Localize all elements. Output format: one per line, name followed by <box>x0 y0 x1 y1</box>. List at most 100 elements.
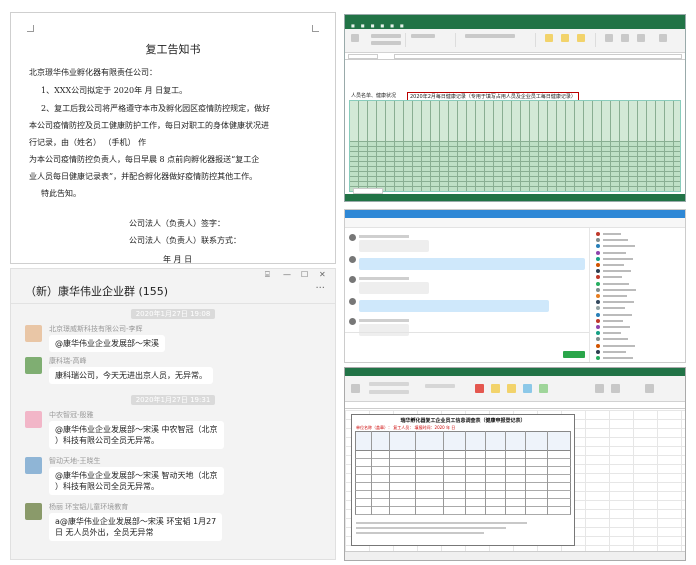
notice-addressee: 北京璟华伟业孵化器有限责任公司： <box>29 68 157 77</box>
member-avatar <box>596 275 600 280</box>
format-icon[interactable] <box>637 34 645 42</box>
message-bubble[interactable]: 康科瑞公司，今天无进出京人员，无异常。 <box>49 367 213 384</box>
send-button[interactable] <box>563 351 585 358</box>
table-column-line <box>371 431 372 515</box>
member-avatar <box>596 312 600 317</box>
insert-icon[interactable] <box>595 384 604 393</box>
message-bubble[interactable] <box>359 282 429 294</box>
member-name <box>603 282 629 285</box>
alignment-icons[interactable] <box>411 34 435 38</box>
maximize-icon[interactable]: ☐ <box>301 270 308 279</box>
formula-bar[interactable] <box>345 53 685 60</box>
avatar[interactable] <box>25 357 42 374</box>
cell-style-icon[interactable] <box>523 384 532 393</box>
chat-toolbar[interactable] <box>345 218 685 228</box>
member-name <box>603 245 635 248</box>
table-column-line <box>443 431 444 515</box>
table-row[interactable] <box>355 499 571 507</box>
number-format-select[interactable] <box>465 34 515 38</box>
delete-icon[interactable] <box>621 34 629 42</box>
font-select[interactable] <box>371 34 401 38</box>
table-format-icon[interactable] <box>561 34 569 42</box>
grid-line <box>350 156 680 157</box>
grid-header-rows <box>350 101 680 141</box>
delete-icon[interactable] <box>611 384 620 393</box>
message-text <box>359 235 409 238</box>
table-row[interactable] <box>355 451 571 459</box>
member-avatar <box>596 306 600 311</box>
member-name <box>603 295 627 297</box>
close-icon[interactable]: ✕ <box>319 270 326 279</box>
avatar[interactable] <box>25 411 42 428</box>
cell-style-icon[interactable] <box>491 384 500 393</box>
alignment-icons[interactable] <box>425 384 455 388</box>
minimize-icon[interactable]: — <box>283 270 291 279</box>
font-format-icons[interactable] <box>369 390 409 394</box>
avatar[interactable] <box>25 325 42 342</box>
message-bubble[interactable]: a@康华伟业企业发展部～宋溪 环宝韬 1月27 日 无人员外出，全员无异常 <box>49 513 223 541</box>
notice-closing: 特此告知。 <box>41 189 81 198</box>
avatar[interactable] <box>349 276 356 283</box>
excel-status-bar <box>345 194 685 201</box>
message-bubble[interactable] <box>359 300 549 312</box>
formula-input[interactable] <box>394 53 682 59</box>
form-notes <box>356 519 570 537</box>
member-avatar <box>596 238 600 243</box>
avatar[interactable] <box>349 256 356 263</box>
table-row[interactable] <box>355 483 571 491</box>
avatar[interactable] <box>349 318 356 325</box>
avatar[interactable] <box>349 234 356 241</box>
table-row[interactable] <box>355 507 571 515</box>
chat-message-list[interactable] <box>345 228 589 362</box>
form-table[interactable] <box>355 431 571 515</box>
margin-mark <box>27 25 34 32</box>
cell-style-icon[interactable] <box>539 384 548 393</box>
font-format-icons[interactable] <box>371 41 401 45</box>
cell-style-icon[interactable] <box>507 384 516 393</box>
notice-date: 年 月 日 <box>163 255 193 264</box>
message-bubble[interactable]: @康华伟业企业发展部～宋溪 智动天地（北京 ）科技有限公司全员无异常。 <box>49 467 224 495</box>
avatar[interactable] <box>349 298 356 305</box>
grid-line <box>350 171 680 172</box>
member-avatar <box>596 343 600 348</box>
cell-style-icon[interactable] <box>577 34 585 42</box>
registration-form[interactable]: 瑞华孵化器复工企业员工信息调查表（健康申报登记表） 单位名称（盖章）： 复工人员… <box>351 414 575 546</box>
sort-filter-icon[interactable] <box>645 384 654 393</box>
more-options-icon[interactable]: ··· <box>315 283 325 294</box>
paste-icon[interactable] <box>351 384 360 393</box>
sort-filter-icon[interactable] <box>659 34 667 42</box>
message-bubble[interactable]: @康华伟业企业发展部～宋溪 <box>49 335 165 352</box>
pin-icon[interactable]: ⌸ <box>265 270 270 280</box>
member-avatar <box>596 349 600 354</box>
legal-rep-signature-label: 公司法人（负责人）签字： <box>129 219 225 228</box>
excel-status-bar <box>345 551 685 560</box>
margin-mark <box>312 25 319 32</box>
message-bubble[interactable] <box>359 258 585 270</box>
conditional-format-icon[interactable] <box>545 34 553 42</box>
font-select[interactable] <box>369 382 409 386</box>
message-input[interactable] <box>345 332 589 362</box>
message-bubble[interactable]: @康华伟业企业发展部～宋溪 中农智冠（北京 ）科技有限公司全员无异常。 <box>49 421 224 449</box>
avatar[interactable] <box>25 503 42 520</box>
table-row[interactable] <box>355 475 571 483</box>
table-column-line <box>465 431 466 515</box>
insert-icon[interactable] <box>605 34 613 42</box>
conditional-format-icon[interactable] <box>475 384 484 393</box>
avatar[interactable] <box>25 457 42 474</box>
excel-sheet-area[interactable]: 人员名单、健康状况 2020年2月每日健康记录（专用于填写占用人员及企业员工每日… <box>347 62 683 192</box>
message-text-line: ）科技有限公司全员无异常。 <box>55 436 159 445</box>
member-avatar <box>596 256 600 261</box>
health-log-grid[interactable] <box>349 100 681 192</box>
member-name <box>603 239 628 242</box>
table-row[interactable] <box>355 467 571 475</box>
message-sender: 中农智冠-殷雅 <box>49 411 94 419</box>
notice-item-2-line: 行记录，由（姓名） （手机） 作 <box>29 138 147 147</box>
table-row[interactable] <box>355 491 571 499</box>
table-row[interactable] <box>355 459 571 467</box>
formula-bar[interactable] <box>345 402 685 409</box>
member-name <box>603 270 631 273</box>
paste-icon[interactable] <box>351 34 359 42</box>
message-bubble[interactable] <box>359 240 429 252</box>
name-box[interactable] <box>348 53 378 59</box>
member-list[interactable] <box>589 228 685 362</box>
